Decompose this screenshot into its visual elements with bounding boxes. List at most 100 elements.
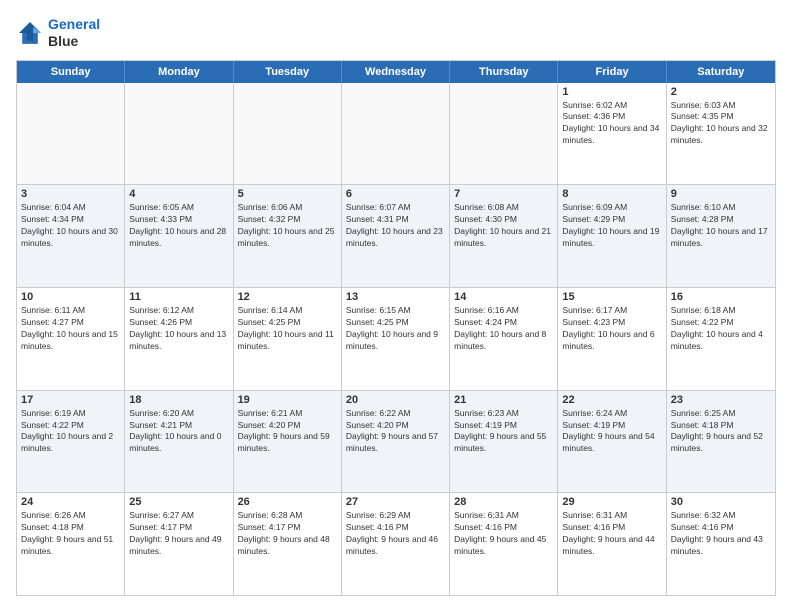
- calendar-row: 24Sunrise: 6:26 AM Sunset: 4:18 PM Dayli…: [17, 492, 775, 595]
- calendar-cell: 21 Sunrise: 6:23 AM Sunset: 4:19 PM Dayli…: [450, 391, 558, 493]
- logo-line1: General: [48, 16, 100, 33]
- day-number: 5: [238, 188, 337, 200]
- calendar-cell: 5 Sunrise: 6:06 AM Sunset: 4:32 PM Daylig…: [234, 185, 342, 287]
- calendar-cell: 1Sunrise: 6:02 AM Sunset: 4:36 PM Daylig…: [558, 83, 666, 185]
- calendar-cell: 19 Sunrise: 6:21 AM Sunset: 4:20 PM Dayli…: [234, 391, 342, 493]
- weekday-sunday: Sunday: [17, 61, 125, 83]
- calendar-cell: 15Sunrise: 6:17 AM Sunset: 4:23 PM Dayli…: [558, 288, 666, 390]
- day-number: 4: [129, 188, 228, 200]
- calendar-cell: 6 Sunrise: 6:07 AM Sunset: 4:31 PM Daylig…: [342, 185, 450, 287]
- calendar-cell: 22 Sunrise: 6:24 AM Sunset: 4:19 PM Dayli…: [558, 391, 666, 493]
- weekday-friday: Friday: [558, 61, 666, 83]
- calendar-cell: 30 Sunrise: 6:32 AM Sunset: 4:16 PM Dayli…: [667, 493, 775, 595]
- calendar-cell: 29Sunrise: 6:31 AM Sunset: 4:16 PM Dayli…: [558, 493, 666, 595]
- day-number: 17: [21, 394, 120, 406]
- weekday-tuesday: Tuesday: [234, 61, 342, 83]
- day-number: 2: [671, 86, 771, 98]
- day-info: Sunrise: 6:32 AM Sunset: 4:16 PM Dayligh…: [671, 510, 771, 558]
- page: General Blue Sunday Monday Tuesday Wedne…: [0, 0, 792, 612]
- calendar-cell: [125, 83, 233, 185]
- calendar-cell: 3Sunrise: 6:04 AM Sunset: 4:34 PM Daylig…: [17, 185, 125, 287]
- day-number: 18: [129, 394, 228, 406]
- calendar-cell: [234, 83, 342, 185]
- day-number: 11: [129, 291, 228, 303]
- calendar-row: 10 Sunrise: 6:11 AM Sunset: 4:27 PM Dayli…: [17, 287, 775, 390]
- day-number: 21: [454, 394, 553, 406]
- weekday-wednesday: Wednesday: [342, 61, 450, 83]
- day-number: 6: [346, 188, 445, 200]
- calendar-header: Sunday Monday Tuesday Wednesday Thursday…: [17, 61, 775, 83]
- weekday-thursday: Thursday: [450, 61, 558, 83]
- calendar-cell: 2 Sunrise: 6:03 AM Sunset: 4:35 PM Daylig…: [667, 83, 775, 185]
- calendar-cell: 11 Sunrise: 6:12 AM Sunset: 4:26 PM Dayli…: [125, 288, 233, 390]
- day-info: Sunrise: 6:06 AM Sunset: 4:32 PM Dayligh…: [238, 202, 337, 250]
- calendar-row: 17 Sunrise: 6:19 AM Sunset: 4:22 PM Dayli…: [17, 390, 775, 493]
- day-info: Sunrise: 6:08 AM Sunset: 4:30 PM Dayligh…: [454, 202, 553, 250]
- day-info: Sunrise: 6:25 AM Sunset: 4:18 PM Dayligh…: [671, 408, 771, 456]
- day-number: 9: [671, 188, 771, 200]
- day-number: 26: [238, 496, 337, 508]
- day-info: Sunrise: 6:20 AM Sunset: 4:21 PM Dayligh…: [129, 408, 228, 456]
- day-info: Sunrise: 6:12 AM Sunset: 4:26 PM Dayligh…: [129, 305, 228, 353]
- day-info: Sunrise: 6:18 AM Sunset: 4:22 PM Dayligh…: [671, 305, 771, 353]
- day-info: Sunrise: 6:19 AM Sunset: 4:22 PM Dayligh…: [21, 408, 120, 456]
- day-info: Sunrise: 6:09 AM Sunset: 4:29 PM Dayligh…: [562, 202, 661, 250]
- day-number: 25: [129, 496, 228, 508]
- day-info: Sunrise: 6:22 AM Sunset: 4:20 PM Dayligh…: [346, 408, 445, 456]
- calendar-cell: 7 Sunrise: 6:08 AM Sunset: 4:30 PM Daylig…: [450, 185, 558, 287]
- calendar-cell: [17, 83, 125, 185]
- day-number: 7: [454, 188, 553, 200]
- calendar-cell: 23 Sunrise: 6:25 AM Sunset: 4:18 PM Dayli…: [667, 391, 775, 493]
- day-info: Sunrise: 6:05 AM Sunset: 4:33 PM Dayligh…: [129, 202, 228, 250]
- calendar-cell: [450, 83, 558, 185]
- day-info: Sunrise: 6:07 AM Sunset: 4:31 PM Dayligh…: [346, 202, 445, 250]
- day-number: 10: [21, 291, 120, 303]
- day-info: Sunrise: 6:29 AM Sunset: 4:16 PM Dayligh…: [346, 510, 445, 558]
- calendar-row: 1Sunrise: 6:02 AM Sunset: 4:36 PM Daylig…: [17, 83, 775, 185]
- day-info: Sunrise: 6:24 AM Sunset: 4:19 PM Dayligh…: [562, 408, 661, 456]
- day-info: Sunrise: 6:11 AM Sunset: 4:27 PM Dayligh…: [21, 305, 120, 353]
- day-info: Sunrise: 6:21 AM Sunset: 4:20 PM Dayligh…: [238, 408, 337, 456]
- day-number: 19: [238, 394, 337, 406]
- day-info: Sunrise: 6:03 AM Sunset: 4:35 PM Dayligh…: [671, 100, 771, 148]
- day-number: 22: [562, 394, 661, 406]
- calendar-cell: 25 Sunrise: 6:27 AM Sunset: 4:17 PM Dayli…: [125, 493, 233, 595]
- calendar-cell: 9 Sunrise: 6:10 AM Sunset: 4:28 PM Daylig…: [667, 185, 775, 287]
- day-info: Sunrise: 6:31 AM Sunset: 4:16 PM Dayligh…: [454, 510, 553, 558]
- day-number: 29: [562, 496, 661, 508]
- calendar-cell: 28 Sunrise: 6:31 AM Sunset: 4:16 PM Dayli…: [450, 493, 558, 595]
- day-info: Sunrise: 6:28 AM Sunset: 4:17 PM Dayligh…: [238, 510, 337, 558]
- day-info: Sunrise: 6:26 AM Sunset: 4:18 PM Dayligh…: [21, 510, 120, 558]
- calendar-cell: 17 Sunrise: 6:19 AM Sunset: 4:22 PM Dayli…: [17, 391, 125, 493]
- day-info: Sunrise: 6:15 AM Sunset: 4:25 PM Dayligh…: [346, 305, 445, 353]
- calendar-cell: 26 Sunrise: 6:28 AM Sunset: 4:17 PM Dayli…: [234, 493, 342, 595]
- logo-icon: [16, 19, 44, 47]
- day-number: 23: [671, 394, 771, 406]
- calendar-cell: [342, 83, 450, 185]
- day-number: 16: [671, 291, 771, 303]
- day-info: Sunrise: 6:14 AM Sunset: 4:25 PM Dayligh…: [238, 305, 337, 353]
- day-number: 13: [346, 291, 445, 303]
- day-number: 1: [562, 86, 661, 98]
- calendar-body: 1Sunrise: 6:02 AM Sunset: 4:36 PM Daylig…: [17, 83, 775, 595]
- calendar-cell: 10 Sunrise: 6:11 AM Sunset: 4:27 PM Dayli…: [17, 288, 125, 390]
- day-info: Sunrise: 6:04 AM Sunset: 4:34 PM Dayligh…: [21, 202, 120, 250]
- day-info: Sunrise: 6:10 AM Sunset: 4:28 PM Dayligh…: [671, 202, 771, 250]
- logo-text: General Blue: [48, 16, 100, 50]
- calendar-cell: 27Sunrise: 6:29 AM Sunset: 4:16 PM Dayli…: [342, 493, 450, 595]
- day-info: Sunrise: 6:17 AM Sunset: 4:23 PM Dayligh…: [562, 305, 661, 353]
- calendar-cell: 12 Sunrise: 6:14 AM Sunset: 4:25 PM Dayli…: [234, 288, 342, 390]
- calendar: Sunday Monday Tuesday Wednesday Thursday…: [16, 60, 776, 596]
- calendar-cell: 24Sunrise: 6:26 AM Sunset: 4:18 PM Dayli…: [17, 493, 125, 595]
- calendar-row: 3Sunrise: 6:04 AM Sunset: 4:34 PM Daylig…: [17, 184, 775, 287]
- calendar-cell: 4 Sunrise: 6:05 AM Sunset: 4:33 PM Daylig…: [125, 185, 233, 287]
- day-number: 28: [454, 496, 553, 508]
- day-info: Sunrise: 6:23 AM Sunset: 4:19 PM Dayligh…: [454, 408, 553, 456]
- logo: General Blue: [16, 16, 100, 50]
- logo-line2: Blue: [48, 33, 100, 50]
- day-number: 30: [671, 496, 771, 508]
- day-info: Sunrise: 6:27 AM Sunset: 4:17 PM Dayligh…: [129, 510, 228, 558]
- calendar-cell: 18 Sunrise: 6:20 AM Sunset: 4:21 PM Dayli…: [125, 391, 233, 493]
- day-number: 12: [238, 291, 337, 303]
- calendar-cell: 14Sunrise: 6:16 AM Sunset: 4:24 PM Dayli…: [450, 288, 558, 390]
